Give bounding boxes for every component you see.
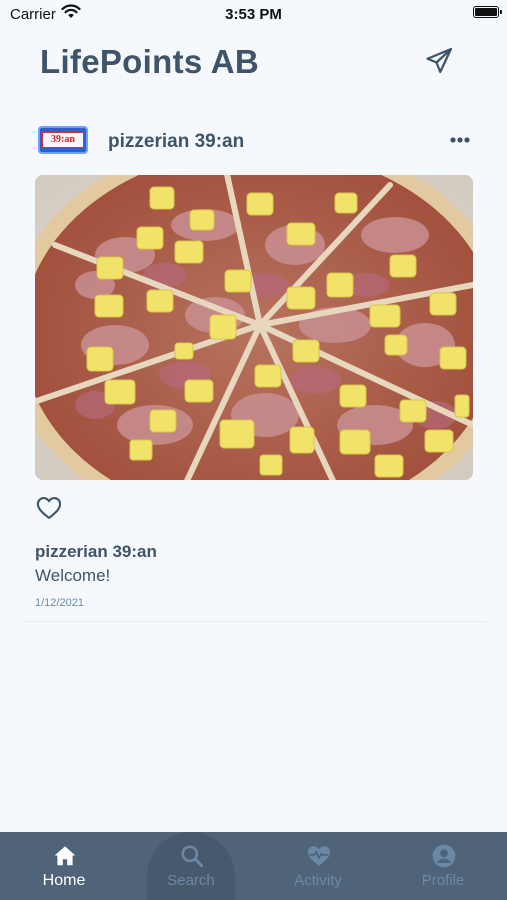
tab-activity[interactable]: Activity	[258, 832, 378, 900]
avatar[interactable]: 39:an	[38, 126, 88, 154]
tab-profile-label: Profile	[421, 872, 465, 889]
heart-outline-icon[interactable]	[35, 494, 63, 522]
tab-search-label: Search	[167, 872, 215, 889]
tab-bar: Home Search Activity Profile	[0, 832, 507, 900]
status-bar: Carrier 3:53 PM	[0, 0, 507, 30]
clock: 3:53 PM	[225, 6, 282, 23]
caption-username[interactable]: pizzerian 39:an	[35, 542, 157, 562]
post-username[interactable]: pizzerian 39:an	[108, 131, 244, 153]
divider	[22, 621, 486, 622]
tab-home[interactable]: Home	[4, 832, 124, 900]
battery-icon	[473, 6, 502, 18]
profile-icon	[432, 844, 456, 868]
pizza-photo	[35, 175, 473, 480]
tab-search[interactable]: Search	[131, 832, 251, 900]
avatar-logo-text: 39:an	[42, 132, 84, 148]
post-header: 39:an pizzerian 39:an	[0, 122, 507, 160]
home-icon	[54, 846, 76, 866]
tab-profile[interactable]: Profile	[383, 832, 503, 900]
heart-pulse-icon	[307, 846, 331, 866]
caption-text: Welcome!	[35, 566, 111, 585]
post-image[interactable]	[35, 175, 473, 480]
paper-plane-icon[interactable]	[424, 46, 454, 76]
search-icon	[181, 845, 204, 868]
tab-activity-label: Activity	[294, 872, 342, 889]
app-header: LifePoints AB	[0, 38, 507, 88]
more-horizontal-icon[interactable]	[446, 131, 474, 149]
app-title: LifePoints AB	[40, 43, 260, 80]
post-date: 1/12/2021	[35, 597, 84, 609]
tab-home-label: Home	[42, 872, 86, 889]
